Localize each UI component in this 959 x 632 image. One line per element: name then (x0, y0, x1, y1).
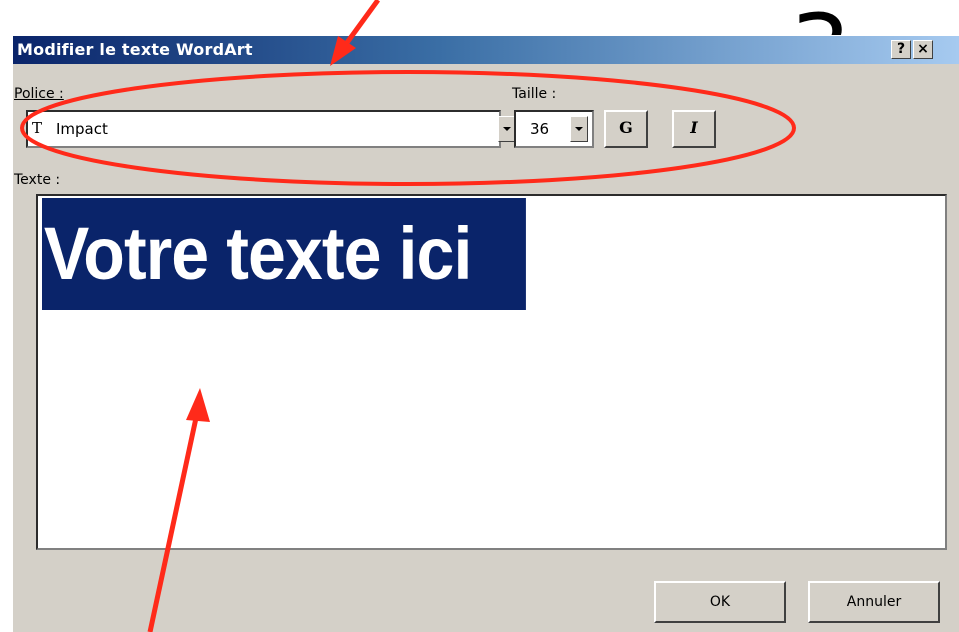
window-title: Modifier le texte WordArt (17, 40, 253, 59)
size-dropdown[interactable]: 36 (514, 110, 594, 148)
wordart-text-area[interactable]: Votre texte ici (36, 194, 947, 550)
help-button[interactable]: ? (891, 40, 911, 59)
font-value: Impact (56, 120, 108, 138)
title-bar: Modifier le texte WordArt ? × (13, 36, 959, 64)
selected-text: Votre texte ici (42, 198, 526, 310)
size-value: 36 (530, 120, 550, 138)
cancel-button[interactable]: Annuler (808, 581, 940, 623)
font-label: Police : (14, 86, 64, 102)
font-dropdown[interactable]: T Impact (26, 110, 516, 148)
italic-button[interactable]: I (672, 110, 716, 148)
size-dropdown-arrow-icon[interactable] (570, 116, 588, 142)
bold-button[interactable]: G (604, 110, 648, 148)
close-button[interactable]: × (913, 40, 933, 59)
truetype-font-icon: T (32, 119, 43, 137)
text-label: Texte : (14, 172, 61, 188)
ok-button[interactable]: OK (654, 581, 786, 623)
size-label: Taille : (512, 86, 557, 102)
